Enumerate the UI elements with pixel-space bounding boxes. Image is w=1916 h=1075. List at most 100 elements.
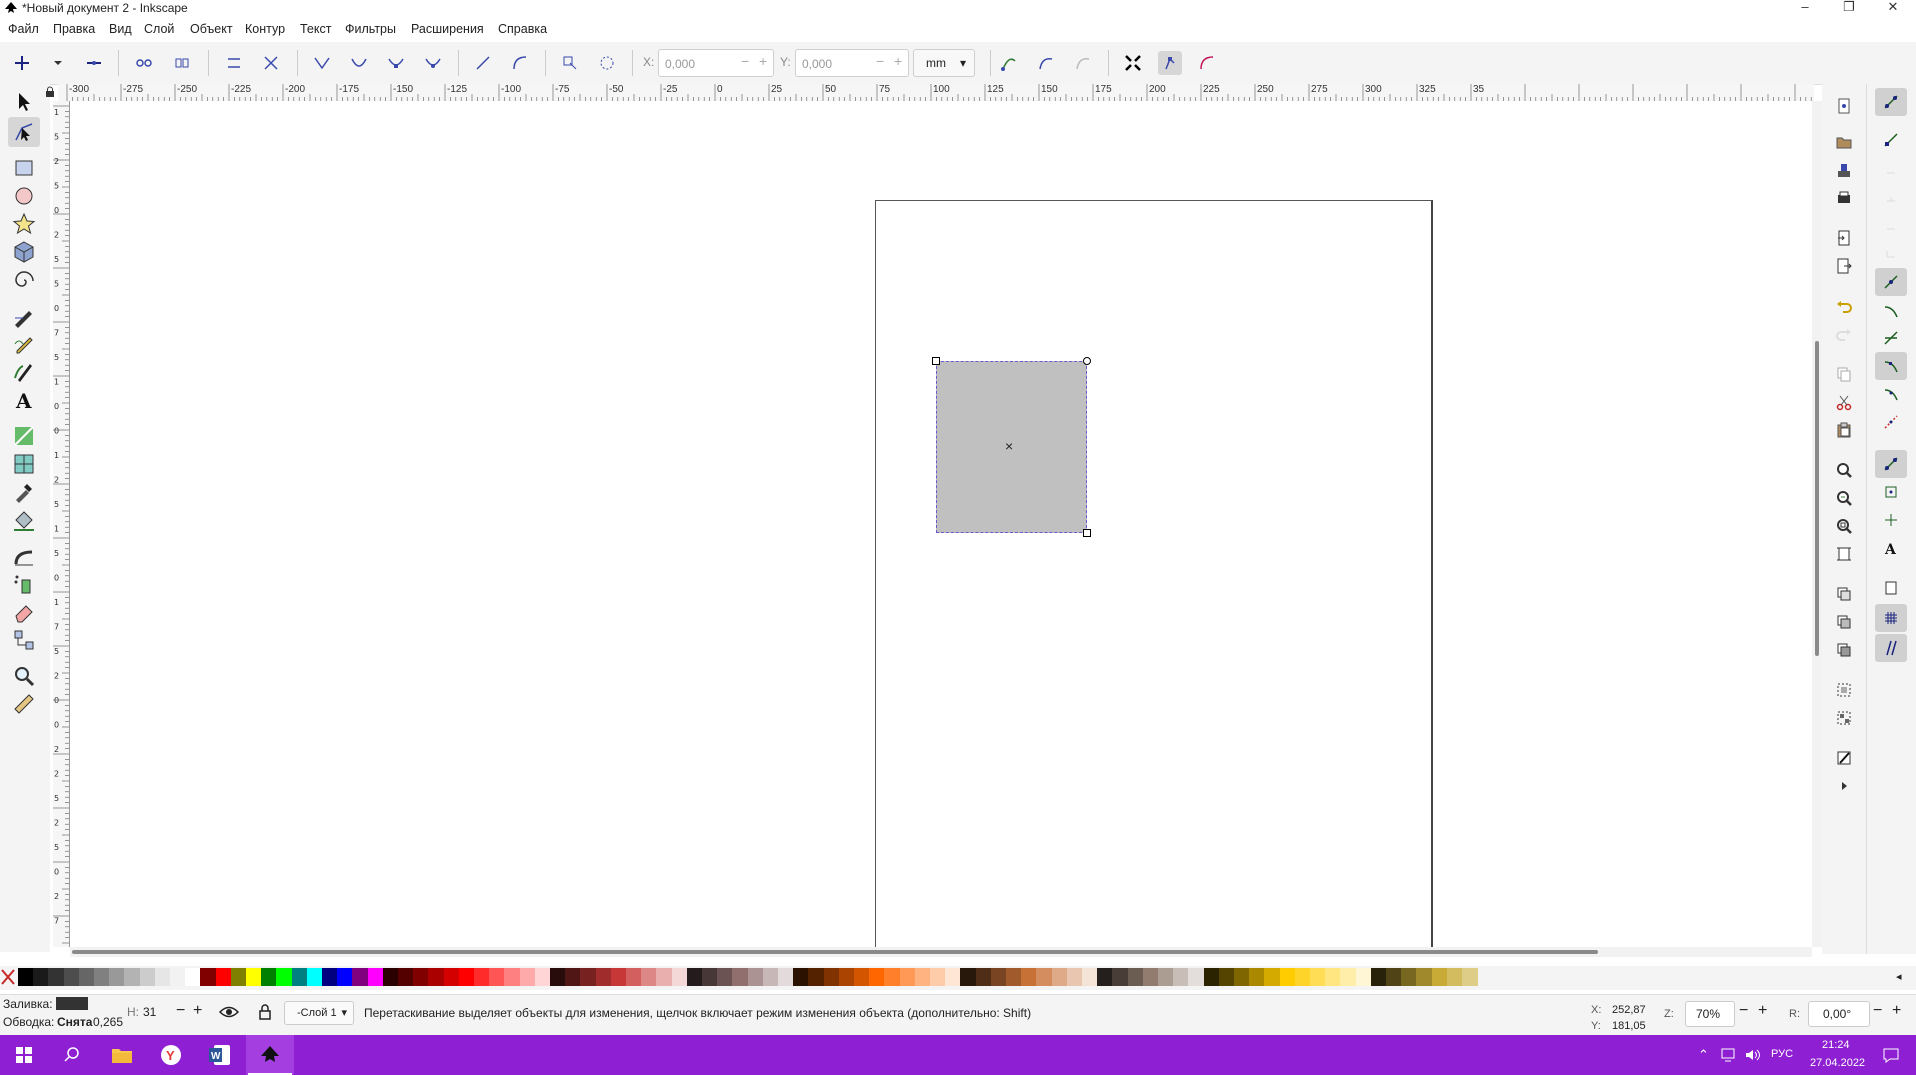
x-input[interactable] — [663, 54, 739, 74]
palette-swatch[interactable] — [960, 968, 977, 986]
pencil-tool-icon[interactable] — [8, 329, 40, 359]
clone-icon[interactable] — [1832, 610, 1856, 634]
palette-swatch[interactable] — [63, 968, 80, 986]
open-folder-icon[interactable] — [1832, 130, 1856, 154]
palette-swatch[interactable] — [1249, 968, 1266, 986]
palette-swatch[interactable] — [1082, 968, 1098, 986]
x-decrement-icon[interactable]: − — [741, 53, 749, 69]
delete-segment-icon[interactable] — [259, 51, 283, 75]
connector-tool-icon[interactable] — [8, 625, 40, 655]
palette-swatch[interactable] — [458, 968, 475, 986]
more-icon[interactable] — [1832, 774, 1856, 798]
palette-swatch[interactable] — [504, 968, 521, 986]
palette-swatch[interactable] — [747, 968, 764, 986]
palette-swatch[interactable] — [322, 968, 338, 986]
menu-object[interactable]: Объект — [190, 22, 233, 36]
rotation-decrement-icon[interactable]: − — [1873, 1002, 1882, 1020]
palette-swatch[interactable] — [1127, 968, 1144, 986]
minimize-button[interactable]: – — [1788, 0, 1822, 16]
import-icon[interactable] — [1832, 226, 1856, 250]
snap-bbox-midpoint-icon[interactable] — [1875, 210, 1907, 238]
palette-swatch[interactable] — [48, 968, 65, 986]
smooth-node-icon[interactable] — [347, 51, 371, 75]
palette-swatch[interactable] — [398, 968, 414, 986]
insert-node-icon[interactable] — [10, 51, 34, 75]
palette-swatch[interactable] — [914, 968, 931, 986]
unit-select[interactable]: mm ▾ — [913, 49, 975, 77]
dropper-tool-icon[interactable] — [8, 477, 40, 507]
stroke-width[interactable]: 0,265 — [93, 1015, 123, 1029]
spray-tool-icon[interactable] — [8, 569, 40, 599]
snap-bbox-edge-icon[interactable] — [1875, 154, 1907, 182]
palette-swatch[interactable] — [1234, 968, 1250, 986]
snap-object-center-icon[interactable] — [1875, 478, 1907, 506]
palette-swatch[interactable] — [899, 968, 916, 986]
clip-path-icon[interactable] — [1034, 51, 1058, 75]
palette-swatch[interactable] — [854, 968, 870, 986]
mesh-tool-icon[interactable] — [8, 449, 40, 479]
palette-swatch[interactable] — [975, 968, 992, 986]
no-paint-icon[interactable] — [0, 968, 16, 986]
node-tool-icon[interactable] — [8, 117, 40, 147]
palette-swatch[interactable] — [428, 968, 445, 986]
paste-icon[interactable] — [1832, 418, 1856, 442]
ungroup-icon[interactable] — [1832, 706, 1856, 730]
snap-page-border-icon[interactable] — [1875, 574, 1907, 602]
spiral-tool-icon[interactable] — [8, 265, 40, 295]
snap-bbox-center-icon[interactable] — [1875, 238, 1907, 266]
text-tool-icon[interactable]: A — [8, 385, 40, 415]
auto-smooth-node-icon[interactable] — [421, 51, 445, 75]
palette-swatch[interactable] — [1416, 968, 1433, 986]
palette-swatch[interactable] — [990, 968, 1007, 986]
redo-icon[interactable] — [1832, 322, 1856, 346]
palette-swatch[interactable] — [762, 968, 779, 986]
rectangle-tool-icon[interactable] — [8, 153, 40, 183]
y-coordinate-field[interactable]: Y: − + — [780, 49, 909, 77]
palette-swatch[interactable] — [443, 968, 460, 986]
snap-enable-icon[interactable] — [1875, 88, 1907, 116]
palette-swatch[interactable] — [413, 968, 430, 986]
lock-icon[interactable] — [257, 1003, 273, 1021]
clock-date[interactable]: 27.04.2022 — [1810, 1057, 1865, 1069]
zoom-page-icon[interactable] — [1832, 514, 1856, 538]
layer-select[interactable]: -Слой 1 ▾ — [284, 1001, 354, 1025]
palette-scroll-icon[interactable]: ◂ — [1896, 970, 1912, 986]
inkscape-taskbar-icon[interactable] — [246, 1035, 294, 1075]
snap-bbox-icon[interactable] — [1875, 126, 1907, 154]
x-increment-icon[interactable]: + — [759, 53, 767, 69]
make-curve-icon[interactable] — [508, 51, 532, 75]
palette-swatch[interactable] — [1386, 968, 1402, 986]
palette-swatch[interactable] — [1279, 968, 1296, 986]
ellipse-tool-icon[interactable] — [8, 181, 40, 211]
star-tool-icon[interactable] — [8, 209, 40, 239]
export-icon[interactable] — [1832, 254, 1856, 278]
menu-help[interactable]: Справка — [498, 22, 547, 36]
lock-guides-icon[interactable] — [44, 86, 56, 98]
y-increment-icon[interactable]: + — [894, 53, 902, 69]
zoom-field[interactable]: 70% — [1685, 1001, 1735, 1027]
snap-guide-icon[interactable] — [1875, 634, 1907, 662]
palette-swatch[interactable] — [1310, 968, 1326, 986]
notifications-icon[interactable] — [1882, 1047, 1900, 1063]
network-icon[interactable] — [1720, 1047, 1738, 1063]
palette-swatch[interactable] — [1188, 968, 1205, 986]
canvas[interactable]: × — [70, 101, 1812, 947]
rotation-field[interactable]: 0,00° — [1808, 1001, 1870, 1027]
palette-swatch[interactable] — [869, 968, 886, 986]
snap-smooth-icon[interactable] — [1875, 380, 1907, 408]
palette-swatch[interactable] — [18, 968, 34, 986]
delete-node-icon[interactable] — [82, 51, 106, 75]
eye-visibility-icon[interactable] — [218, 1003, 240, 1021]
make-line-icon[interactable] — [471, 51, 495, 75]
close-button[interactable]: ✕ — [1876, 0, 1910, 16]
save-icon[interactable] — [1832, 158, 1856, 182]
show-handles-icon[interactable] — [1158, 51, 1182, 75]
palette-swatch[interactable] — [1370, 968, 1387, 986]
chevron-down-icon[interactable] — [46, 51, 70, 75]
palette-swatch[interactable] — [261, 968, 278, 986]
file-explorer-icon[interactable] — [98, 1035, 146, 1075]
palette-swatch[interactable] — [1097, 968, 1114, 986]
palette-swatch[interactable] — [534, 968, 551, 986]
palette-swatch[interactable] — [732, 968, 749, 986]
palette-swatch[interactable] — [1462, 968, 1478, 986]
